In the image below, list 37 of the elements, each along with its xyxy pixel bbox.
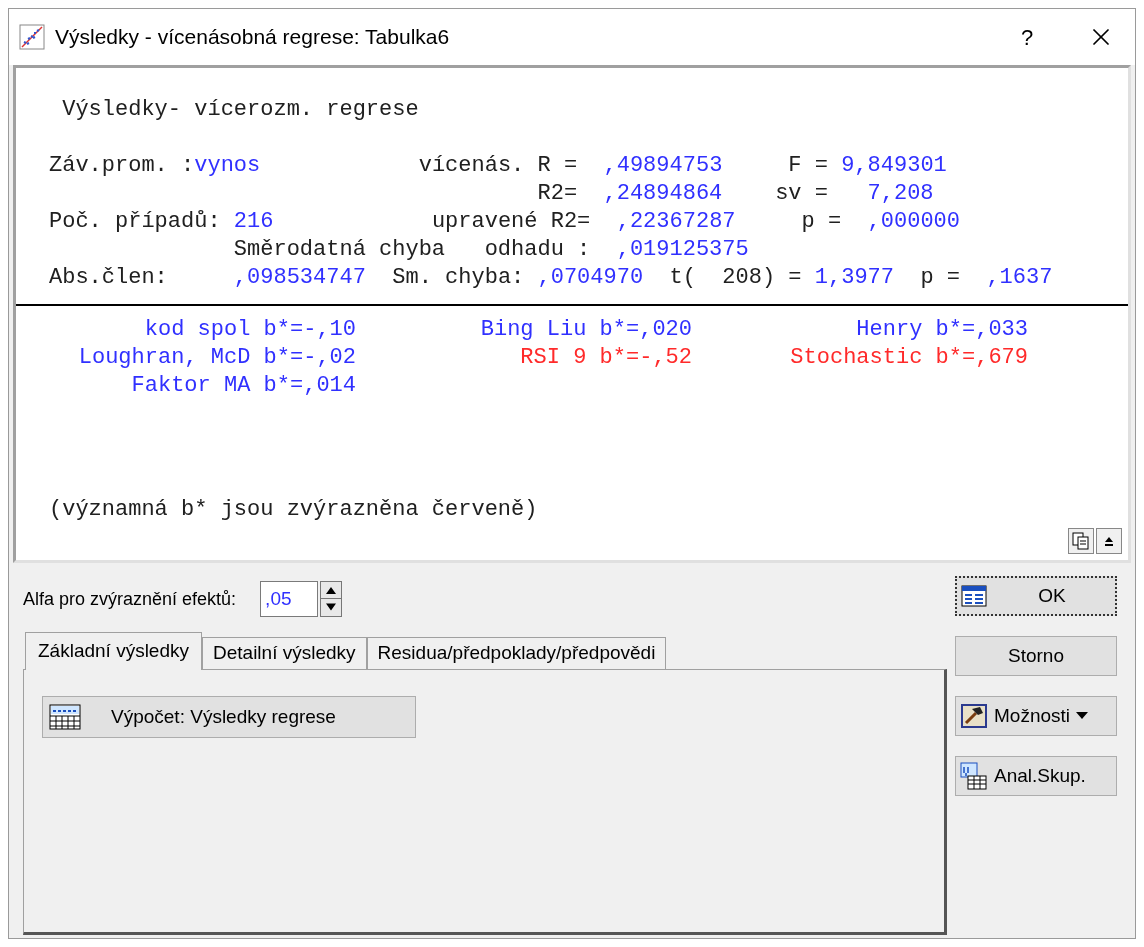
note-text: (významná b* jsou zvýrazněna červeně) xyxy=(49,497,538,522)
help-button[interactable]: ? xyxy=(1007,20,1047,54)
window-title: Výsledky - vícenásobná regrese: Tabulka6 xyxy=(55,24,450,51)
calculation-button[interactable]: Výpočet: Výsledky regrese xyxy=(42,696,416,738)
coefficient-text: Faktor MA b*=,014 xyxy=(131,373,356,398)
tab[interactable]: Základní výsledky xyxy=(25,632,202,670)
copy-button[interactable] xyxy=(1068,528,1094,554)
sum-table-icon xyxy=(49,704,81,730)
coefficient-text: RSI 9 b*=-,52 xyxy=(520,345,692,370)
result-line: Směrodatná chyba odhadu : ,019125375 xyxy=(232,236,749,264)
up-arrow-icon xyxy=(1103,535,1115,547)
coefficient-text: Loughran, McD b*=-,02 xyxy=(78,345,356,370)
coefficient-text: kod spol b*=-,10 xyxy=(144,317,356,342)
tab[interactable]: Residua/předpoklady/předpovědi xyxy=(366,637,667,669)
dialog-button[interactable]: OK xyxy=(955,576,1117,616)
dialog-button[interactable]: Anal.Skup. xyxy=(955,756,1117,796)
result-line: Záv.prom. :vynos vícenás. R = ,49894753 F = 9,849301 xyxy=(49,152,947,180)
result-line: Výsledky- vícerozm. regrese xyxy=(61,96,419,124)
hammer-icon xyxy=(960,703,988,729)
result-line: Poč. případů: 216 upravené R2= ,22367287 p = ,000000 xyxy=(49,208,960,236)
coefficient-text: Bing Liu b*=,020 xyxy=(480,317,692,342)
grouped-table-icon xyxy=(960,762,988,790)
scroll-up-button[interactable] xyxy=(1096,528,1122,554)
alpha-field[interactable]: ,05 xyxy=(260,581,319,617)
tab[interactable]: Detailní výsledky xyxy=(202,637,367,669)
coefficient-text: Stochastic b*=,679 xyxy=(790,345,1028,370)
result-line: Abs.člen: ,098534747 Sm. chyba: ,0704970 t( 208) = 1,3977 p = ,1637 xyxy=(49,264,1053,292)
result-line: R2= ,24894864 sv = 7,208 xyxy=(536,180,934,208)
dialog-button[interactable]: Storno xyxy=(955,636,1117,676)
scatter-plot-icon xyxy=(19,24,45,50)
copy-icon xyxy=(1072,532,1090,550)
coefficient-text: Henry b*=,033 xyxy=(856,317,1028,342)
caret-icon xyxy=(1076,712,1089,720)
alpha-label: Alfa pro zvýraznění efektů: xyxy=(23,587,237,611)
table-icon xyxy=(961,585,987,607)
spinner[interactable] xyxy=(320,581,343,617)
menu-button[interactable]: Možnosti xyxy=(955,696,1117,736)
